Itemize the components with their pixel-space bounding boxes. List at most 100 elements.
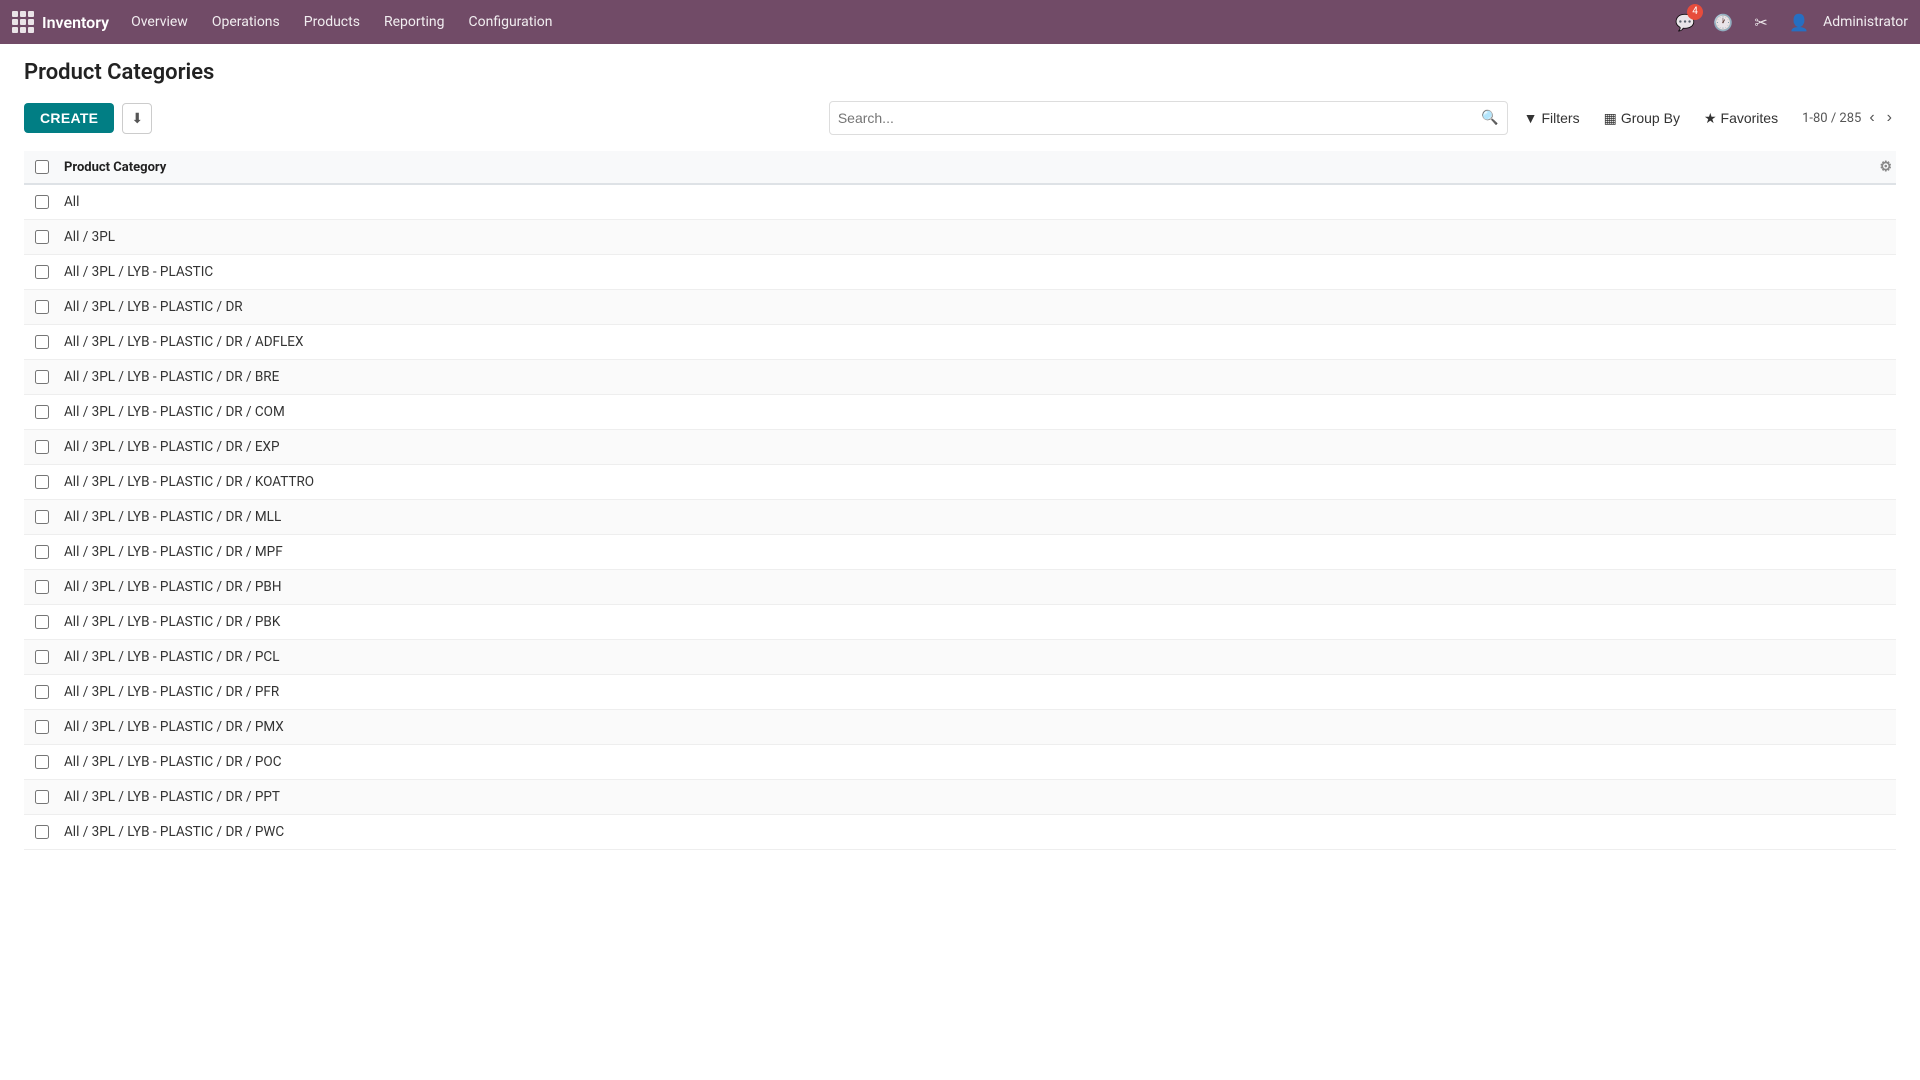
table-row[interactable]: All / 3PL / LYB - PLASTIC / DR / PBK (24, 605, 1896, 640)
row-category-name: All / 3PL / LYB - PLASTIC / DR / ADFLEX (60, 334, 1896, 350)
row-checkbox[interactable] (35, 440, 49, 454)
row-checkbox-col[interactable] (24, 230, 60, 244)
table-row[interactable]: All / 3PL / LYB - PLASTIC / DR / MLL (24, 500, 1896, 535)
table-row[interactable]: All / 3PL / LYB - PLASTIC / DR / PCL (24, 640, 1896, 675)
table-row[interactable]: All / 3PL (24, 220, 1896, 255)
row-category-name: All / 3PL / LYB - PLASTIC / DR / BRE (60, 369, 1896, 385)
row-checkbox-col[interactable] (24, 790, 60, 804)
row-checkbox[interactable] (35, 790, 49, 804)
row-checkbox[interactable] (35, 335, 49, 349)
row-checkbox-col[interactable] (24, 405, 60, 419)
table-row[interactable]: All / 3PL / LYB - PLASTIC / DR (24, 290, 1896, 325)
table-row[interactable]: All / 3PL / LYB - PLASTIC / DR / EXP (24, 430, 1896, 465)
nav-operations[interactable]: Operations (202, 8, 290, 36)
clock-icon[interactable]: 🕐 (1709, 8, 1737, 36)
row-checkbox-col[interactable] (24, 615, 60, 629)
row-checkbox[interactable] (35, 230, 49, 244)
filter-icon: ▼ (1524, 110, 1538, 126)
table-row[interactable]: All / 3PL / LYB - PLASTIC / DR / BRE (24, 360, 1896, 395)
chat-icon[interactable]: 💬 4 (1671, 8, 1699, 36)
row-checkbox[interactable] (35, 825, 49, 839)
row-category-name: All / 3PL / LYB - PLASTIC / DR / MLL (60, 509, 1896, 525)
table-row[interactable]: All / 3PL / LYB - PLASTIC / DR / PWC (24, 815, 1896, 850)
row-category-name: All / 3PL / LYB - PLASTIC / DR / PBH (60, 579, 1896, 595)
navbar-right: 💬 4 🕐 ✂ 👤 Administrator (1671, 8, 1908, 36)
row-category-name: All / 3PL / LYB - PLASTIC / DR / POC (60, 754, 1896, 770)
search-icon: 🔍 (1481, 110, 1498, 126)
nav-configuration[interactable]: Configuration (459, 8, 563, 36)
row-checkbox-col[interactable] (24, 370, 60, 384)
row-checkbox-col[interactable] (24, 825, 60, 839)
row-checkbox-col[interactable] (24, 685, 60, 699)
row-checkbox[interactable] (35, 650, 49, 664)
row-category-name: All / 3PL (60, 229, 1896, 245)
search-input[interactable] (838, 110, 1481, 126)
username[interactable]: Administrator (1823, 14, 1908, 30)
row-checkbox-col[interactable] (24, 580, 60, 594)
row-checkbox-col[interactable] (24, 755, 60, 769)
app-brand[interactable]: Inventory (12, 11, 109, 33)
row-checkbox-col[interactable] (24, 440, 60, 454)
row-checkbox[interactable] (35, 755, 49, 769)
column-settings-icon[interactable]: ⚙ (1879, 159, 1892, 175)
table-row[interactable]: All / 3PL / LYB - PLASTIC (24, 255, 1896, 290)
row-checkbox-col[interactable] (24, 265, 60, 279)
row-checkbox-col[interactable] (24, 475, 60, 489)
table-row[interactable]: All (24, 185, 1896, 220)
row-checkbox-col[interactable] (24, 300, 60, 314)
user-icon[interactable]: 👤 (1785, 8, 1813, 36)
table-row[interactable]: All / 3PL / LYB - PLASTIC / DR / KOATTRO (24, 465, 1896, 500)
row-checkbox-col[interactable] (24, 195, 60, 209)
row-checkbox[interactable] (35, 300, 49, 314)
group-by-button[interactable]: ▦ Group By (1596, 104, 1688, 133)
row-checkbox-col[interactable] (24, 650, 60, 664)
nav-products[interactable]: Products (294, 8, 370, 36)
pagination-prev[interactable]: ‹ (1865, 107, 1878, 129)
row-checkbox[interactable] (35, 720, 49, 734)
export-button[interactable]: ⬇ (122, 103, 152, 134)
row-category-name: All / 3PL / LYB - PLASTIC / DR / MPF (60, 544, 1896, 560)
row-checkbox-col[interactable] (24, 335, 60, 349)
row-category-name: All / 3PL / LYB - PLASTIC / DR / PMX (60, 719, 1896, 735)
table-row[interactable]: All / 3PL / LYB - PLASTIC / DR / PMX (24, 710, 1896, 745)
nav-overview[interactable]: Overview (121, 8, 198, 36)
table-row[interactable]: All / 3PL / LYB - PLASTIC / DR / ADFLEX (24, 325, 1896, 360)
nav-reporting[interactable]: Reporting (374, 8, 455, 36)
header-checkbox-col[interactable] (24, 160, 60, 174)
page-title: Product Categories (24, 60, 1896, 85)
row-checkbox[interactable] (35, 545, 49, 559)
toolbar: CREATE ⬇ 🔍 ▼ Filters ▦ Group By ★ Favori… (24, 101, 1896, 135)
table-row[interactable]: All / 3PL / LYB - PLASTIC / DR / PBH (24, 570, 1896, 605)
table-row[interactable]: All / 3PL / LYB - PLASTIC / DR / MPF (24, 535, 1896, 570)
row-checkbox[interactable] (35, 405, 49, 419)
row-checkbox-col[interactable] (24, 720, 60, 734)
row-category-name: All (60, 194, 1896, 210)
row-checkbox[interactable] (35, 685, 49, 699)
group-icon: ▦ (1604, 110, 1617, 127)
row-checkbox-col[interactable] (24, 545, 60, 559)
row-checkbox[interactable] (35, 510, 49, 524)
pagination: 1-80 / 285 ‹ › (1802, 107, 1896, 129)
row-category-name: All / 3PL / LYB - PLASTIC / DR (60, 299, 1896, 315)
chat-badge: 4 (1687, 4, 1703, 20)
pagination-next[interactable]: › (1883, 107, 1896, 129)
select-all-checkbox[interactable] (35, 160, 49, 174)
row-checkbox[interactable] (35, 370, 49, 384)
create-button[interactable]: CREATE (24, 103, 114, 133)
table-row[interactable]: All / 3PL / LYB - PLASTIC / DR / COM (24, 395, 1896, 430)
row-checkbox[interactable] (35, 580, 49, 594)
settings-icon[interactable]: ✂ (1747, 8, 1775, 36)
filters-button[interactable]: ▼ Filters (1516, 104, 1588, 132)
row-checkbox[interactable] (35, 265, 49, 279)
row-checkbox[interactable] (35, 475, 49, 489)
table-row[interactable]: All / 3PL / LYB - PLASTIC / DR / PPT (24, 780, 1896, 815)
table-row[interactable]: All / 3PL / LYB - PLASTIC / DR / POC (24, 745, 1896, 780)
star-icon: ★ (1704, 110, 1717, 127)
grid-icon (12, 11, 34, 33)
row-checkbox-col[interactable] (24, 510, 60, 524)
search-bar: 🔍 (829, 101, 1508, 135)
row-checkbox[interactable] (35, 615, 49, 629)
table-row[interactable]: All / 3PL / LYB - PLASTIC / DR / PFR (24, 675, 1896, 710)
row-checkbox[interactable] (35, 195, 49, 209)
favorites-button[interactable]: ★ Favorites (1696, 104, 1786, 133)
